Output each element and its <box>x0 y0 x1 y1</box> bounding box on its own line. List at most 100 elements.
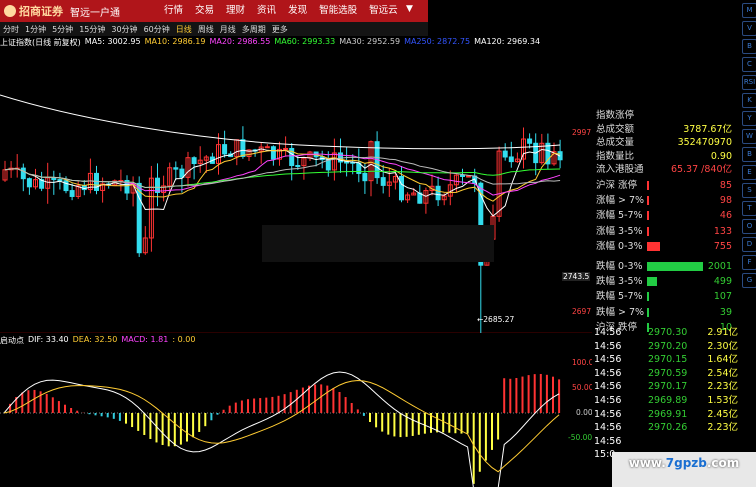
indicator-button[interactable]: C <box>742 57 756 72</box>
nav-item-market[interactable]: 行情 <box>158 0 189 22</box>
breadth-row: 涨幅 3-5% 133 <box>592 224 742 239</box>
indicator-button[interactable]: T <box>742 201 756 216</box>
candle-body <box>20 167 26 180</box>
breadth-value: 133 <box>713 225 732 237</box>
period-tab[interactable]: 1分钟 <box>22 24 49 35</box>
indicator-button[interactable]: RSI <box>742 75 756 90</box>
market-stats-panel: 指数涨停 总成交额 3787.67亿 总成交量 352470970 指数量比 0.90 流入港… <box>592 110 756 487</box>
period-tab[interactable]: 30分钟 <box>108 24 140 35</box>
slogan: 智远一户通 <box>70 7 120 19</box>
candle-body <box>26 178 32 188</box>
candle-body <box>155 177 160 193</box>
indicator-button[interactable]: V <box>742 21 756 36</box>
breadth-bar <box>647 307 649 317</box>
tick-time: 14:56 <box>594 367 622 379</box>
breadth-bar <box>647 277 657 287</box>
ma-item: MA20: 2986.55 <box>209 37 271 46</box>
indicator-button[interactable]: M <box>742 3 756 18</box>
tick-row: 14:56 2970.20 2.30亿 <box>592 340 742 354</box>
breadth-row: 跌幅 3-5% 499 <box>592 274 742 289</box>
tick-price: 2969.89 <box>648 395 688 406</box>
indicator-button[interactable]: F <box>742 255 756 270</box>
macd-chart[interactable] <box>0 348 592 487</box>
tick-price: 2970.30 <box>648 327 688 338</box>
indicator-button[interactable]: O <box>742 219 756 234</box>
indicator-button[interactable]: S <box>742 183 756 198</box>
period-tab[interactable]: 5分钟 <box>49 24 76 35</box>
breadth-bar <box>647 196 649 206</box>
nav-item-news[interactable]: 资讯 <box>251 0 282 22</box>
ma120-line <box>0 94 561 150</box>
candle-body <box>460 174 465 177</box>
indicator-button[interactable]: D <box>742 237 756 252</box>
breadth-label: 涨幅 > 7% <box>596 195 645 207</box>
tick-volume: 2.91亿 <box>707 327 738 338</box>
macd-axis-label: 0.00 <box>576 408 593 417</box>
indicator-button[interactable]: K <box>742 93 756 108</box>
breadth-value: 46 <box>719 210 732 222</box>
period-tab-selected[interactable]: 日线 <box>173 24 195 35</box>
candle-body <box>191 157 197 165</box>
indicator-toolbar: M V B C RSI K Y W B E S T O D F G <box>741 0 756 440</box>
period-tab[interactable]: 15分钟 <box>76 24 108 35</box>
candle-body <box>270 146 276 160</box>
candle-body <box>380 177 386 186</box>
candlestick-chart[interactable] <box>0 50 592 333</box>
breadth-value: 85 <box>719 180 732 191</box>
tick-volume: 2.45亿 <box>707 408 738 420</box>
period-tab[interactable]: 周线 <box>195 24 217 35</box>
indicator-button[interactable]: E <box>742 165 756 180</box>
tick-time: 14:56 <box>594 354 622 366</box>
breadth-value: 755 <box>713 240 732 252</box>
indicator-button[interactable]: G <box>742 273 756 288</box>
period-tab[interactable]: 多周期 <box>239 24 269 35</box>
tick-time: 14:56 <box>594 435 622 447</box>
tick-row: 14:56 2970.30 2.91亿 <box>592 326 742 340</box>
candle-body <box>362 172 368 182</box>
dropdown-icon[interactable]: ▼ <box>406 4 420 18</box>
period-tab[interactable]: 60分钟 <box>141 24 173 35</box>
nav-item-finance[interactable]: 理财 <box>220 0 251 22</box>
candle-body <box>283 147 289 150</box>
tick-time: 14:56 <box>594 381 622 393</box>
indicator-button[interactable]: B <box>742 39 756 54</box>
tick-price: 2970.15 <box>648 354 688 366</box>
indicator-button[interactable]: W <box>742 129 756 144</box>
nav-item-discover[interactable]: 发现 <box>282 0 313 22</box>
site-watermark: www.7gpzb.com <box>612 452 756 487</box>
price-label: 2997 <box>572 128 592 137</box>
breadth-row: 跌幅 > 7% 39 <box>592 305 742 320</box>
ma-item: MA120: 2969.34 <box>474 37 541 46</box>
breadth-bar <box>647 241 661 251</box>
nav-item-trade[interactable]: 交易 <box>189 0 220 22</box>
nav-item-smart-pick[interactable]: 智能选股 <box>313 0 363 22</box>
breadth-row: 沪深 涨停 85 <box>592 178 742 193</box>
candle-body <box>51 177 57 181</box>
tick-time: 14:56 <box>594 408 622 420</box>
breadth-bar <box>647 211 649 221</box>
candle-body <box>63 180 69 192</box>
nav-item-cloud[interactable]: 智远云 <box>363 0 404 22</box>
tick-volume: 2.30亿 <box>707 340 738 352</box>
tick-volume: 1.53亿 <box>707 395 738 406</box>
breadth-value: 39 <box>719 306 732 318</box>
indicator-button[interactable]: Y <box>742 111 756 126</box>
period-tab[interactable]: 月线 <box>217 24 239 35</box>
breadth-label: 跌幅 0-3% <box>596 261 643 272</box>
stat-row: 流入港股通 65.37 /840亿 <box>592 162 742 177</box>
period-tab[interactable]: 分时 <box>0 24 22 35</box>
candle-body <box>508 156 514 163</box>
period-tab-more[interactable]: 更多 <box>269 24 291 35</box>
candle-body <box>173 167 179 170</box>
stat-value: 65.37 /840亿 <box>670 164 732 175</box>
logo-icon <box>4 5 16 17</box>
candle-body <box>435 185 441 201</box>
tick-row: 14:56 2970.59 2.54亿 <box>592 367 742 381</box>
indicator-button[interactable]: B <box>742 147 756 162</box>
breadth-label: 沪深 涨停 <box>596 180 638 191</box>
ma-item: MA30: 2952.59 <box>339 37 401 46</box>
occlusion-box <box>262 225 494 262</box>
candle-body <box>502 150 508 158</box>
broker-logo: 招商证券 智远一户通 <box>4 3 120 19</box>
candle-body <box>179 168 185 178</box>
